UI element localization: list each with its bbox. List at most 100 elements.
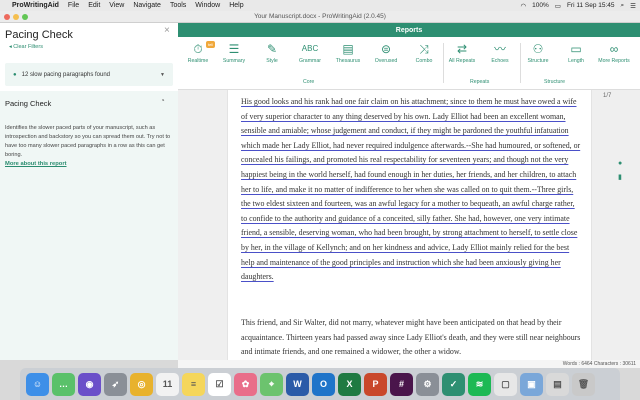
realtime-button[interactable]: ⏱ Realtime tell xyxy=(180,41,216,64)
dock-slack-icon[interactable]: # xyxy=(390,372,413,396)
dock-screenshot-icon[interactable]: ▣ xyxy=(520,372,543,396)
word-count-status: Words : 6464 Characters : 30611 xyxy=(178,360,640,368)
more-reports-button[interactable]: ∞ More Reports xyxy=(596,41,632,64)
dock-maps-icon[interactable]: ⌖ xyxy=(260,372,283,396)
status-area: ◠ 100% ▭ Fri 11 Sep 15:45 ⌕ ☰ xyxy=(521,2,637,10)
close-icon[interactable]: × xyxy=(164,25,170,36)
abc-icon: ABC xyxy=(301,44,319,53)
search-icon[interactable]: ⌕ xyxy=(621,2,625,10)
grammar-label: Grammar xyxy=(299,58,321,64)
pen-icon: ✎ xyxy=(266,42,278,56)
book-icon: ▤ xyxy=(342,42,354,56)
menu-help[interactable]: Help xyxy=(229,2,243,9)
filter-dot-icon: ● xyxy=(13,71,17,78)
echo-icon: 〰 xyxy=(493,42,506,56)
shuffle-icon: ⤨ xyxy=(419,42,429,56)
summary-icon: ☰ xyxy=(228,42,240,56)
dock-prowritingaid-icon[interactable]: ✓ xyxy=(442,372,465,396)
realtime-label: Realtime xyxy=(187,58,209,64)
window-title: Your Manuscript.docx - ProWritingAid (2.… xyxy=(254,13,386,20)
window-controls xyxy=(4,14,28,20)
dock-word-icon[interactable]: W xyxy=(286,372,309,396)
wifi-icon[interactable]: ◠ xyxy=(521,2,527,10)
overused-icon: ⊜ xyxy=(380,42,392,56)
side-tools: ● ▮ xyxy=(618,160,622,181)
dock-powerpoint-icon[interactable]: P xyxy=(364,372,387,396)
minimize-window-button[interactable] xyxy=(13,14,19,20)
group-repeats-label: Repeats xyxy=(470,79,490,85)
dock-spotify-icon[interactable]: ≋ xyxy=(468,372,491,396)
overused-label: Overused xyxy=(374,58,398,64)
menu-tools[interactable]: Tools xyxy=(170,2,186,9)
style-button[interactable]: ✎ Style xyxy=(254,41,290,64)
reports-toolbar: ⏱ Realtime tell ☰ Summary ✎ Style ABC Gr… xyxy=(178,37,640,90)
repeat-icon: ⇄ xyxy=(456,42,468,56)
style-label: Style xyxy=(266,58,278,64)
filter-value: 12 slow pacing paragraphs found xyxy=(21,71,111,78)
all-repeats-button[interactable]: ⇄ All Repeats xyxy=(444,41,480,64)
dock-excel-icon[interactable]: X xyxy=(338,372,361,396)
close-window-button[interactable] xyxy=(4,14,10,20)
summary-label: Summary xyxy=(222,58,246,64)
grammar-button[interactable]: ABC Grammar xyxy=(292,41,328,64)
flagged-paragraph[interactable]: His good looks and his rank had one fair… xyxy=(241,95,581,285)
menu-app-name[interactable]: ProWritingAid xyxy=(12,2,59,9)
menu-view[interactable]: View xyxy=(109,2,124,9)
gauge-icon: ◔ xyxy=(160,96,165,105)
thesaurus-label: Thesaurus xyxy=(335,58,361,64)
dock-reminders-icon[interactable]: ☑ xyxy=(208,372,231,396)
structure-label: Structure xyxy=(527,58,549,64)
dock-photos-icon[interactable]: ✿ xyxy=(234,372,257,396)
structure-button[interactable]: ⚇ Structure xyxy=(520,41,556,64)
page-indicator: 1/7 xyxy=(603,93,612,99)
document-area: His good looks and his rank had one fair… xyxy=(178,90,640,360)
structure-icon: ⚇ xyxy=(532,42,544,56)
length-icon: ▭ xyxy=(570,42,582,56)
dock-launchpad-icon[interactable]: ➶ xyxy=(104,372,127,396)
menu-navigate[interactable]: Navigate xyxy=(133,2,161,9)
echoes-button[interactable]: 〰 Echoes xyxy=(482,41,518,64)
dock: ☺… ◉ ➶ ◎ 11 ≡ ☑ ✿ ⌖ W O X P # ⚙ ✓ ≋ ▢ ▣ ▤ 🗑 xyxy=(20,368,620,400)
length-button[interactable]: ▭ Length xyxy=(558,41,594,64)
thesaurus-button[interactable]: ▤ Thesaurus xyxy=(330,41,366,64)
combo-button[interactable]: ⤨ Combo xyxy=(406,41,442,64)
dock-chrome-icon[interactable]: ◎ xyxy=(130,372,153,396)
stats-icon[interactable]: ▮ xyxy=(618,173,622,181)
document-page[interactable]: His good looks and his rank had one fair… xyxy=(227,90,592,360)
menu-bar: ProWritingAid File Edit View Navigate To… xyxy=(0,0,640,11)
battery-level[interactable]: 100% xyxy=(532,2,549,9)
clear-filters-label: Clear Filters xyxy=(13,44,43,50)
zoom-window-button[interactable] xyxy=(22,14,28,20)
paragraph[interactable]: This friend, and Sir Walter, did not mar… xyxy=(241,316,581,360)
menu-window[interactable]: Window xyxy=(195,2,220,9)
filter-dropdown[interactable]: ● 12 slow pacing paragraphs found ▼ xyxy=(5,63,173,86)
dock-trash-icon[interactable]: 🗑 xyxy=(572,372,595,396)
more-about-report-link[interactable]: More about this report xyxy=(5,161,67,167)
dock-finder-icon[interactable]: ☺ xyxy=(26,372,49,396)
reports-header: Reports xyxy=(178,23,640,37)
dock-notes-icon[interactable]: ≡ xyxy=(182,372,205,396)
dock-tools-icon[interactable]: ⚙ xyxy=(416,372,439,396)
clear-filters-link[interactable]: ◂ Clear Filters xyxy=(9,44,43,50)
summary-button[interactable]: ☰ Summary xyxy=(216,41,252,64)
report-description: Identifies the slower paced parts of you… xyxy=(5,125,171,158)
dock-calendar-icon[interactable]: 11 xyxy=(156,372,179,396)
dock-outlook-icon[interactable]: O xyxy=(312,372,335,396)
menu-file[interactable]: File xyxy=(68,2,79,9)
more-icon: ∞ xyxy=(609,42,619,56)
user-icon[interactable]: ● xyxy=(618,160,622,167)
dock-messages-icon[interactable]: … xyxy=(52,372,75,396)
menu-edit[interactable]: Edit xyxy=(88,2,100,9)
tell-badge: tell xyxy=(206,41,216,48)
control-center-icon[interactable]: ☰ xyxy=(630,2,636,10)
more-reports-label: More Reports xyxy=(598,58,630,64)
dock-downloads-icon[interactable]: ▤ xyxy=(546,372,569,396)
overused-button[interactable]: ⊜ Overused xyxy=(368,41,404,64)
dock-siri-icon[interactable]: ◉ xyxy=(78,372,101,396)
report-sidebar: Pacing Check × ◂ Clear Filters ● 12 slow… xyxy=(0,23,178,360)
report-detail-panel: Pacing Check ◔ Identifies the slower pac… xyxy=(0,91,178,360)
clock[interactable]: Fri 11 Sep 15:45 xyxy=(567,2,615,9)
combo-label: Combo xyxy=(415,58,433,64)
dock-preview-icon[interactable]: ▢ xyxy=(494,372,517,396)
battery-icon: ▭ xyxy=(554,2,561,10)
